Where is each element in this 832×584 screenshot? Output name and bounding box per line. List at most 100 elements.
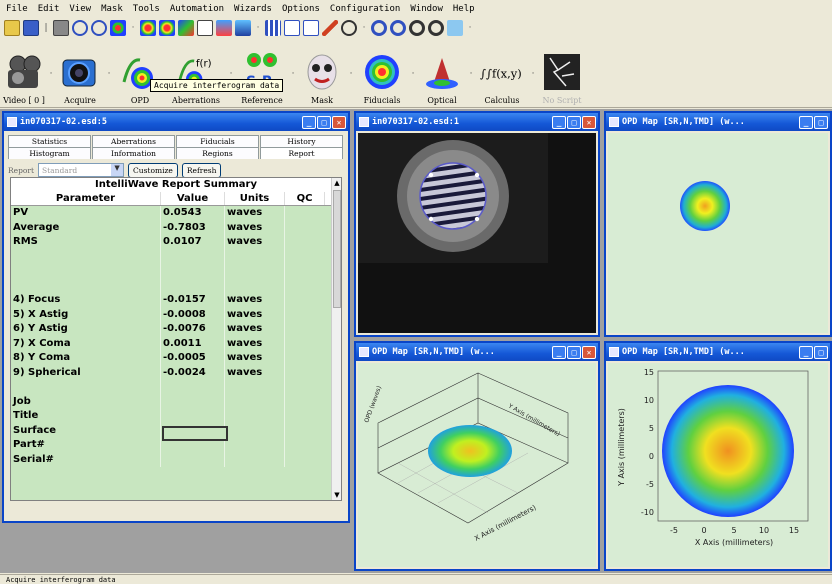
menu-help[interactable]: Help [453, 4, 475, 14]
table-cell[interactable] [225, 380, 285, 395]
table-cell[interactable] [285, 322, 325, 337]
menu-file[interactable]: File [6, 4, 28, 14]
save-icon[interactable] [23, 20, 39, 36]
table-cell[interactable] [225, 452, 285, 467]
table-cell[interactable] [285, 264, 325, 279]
table-row[interactable] [11, 264, 341, 279]
menu-configuration[interactable]: Configuration [330, 4, 400, 14]
table-cell[interactable]: -0.0157 [161, 293, 225, 308]
tab-fiducials[interactable]: Fiducials [176, 135, 259, 147]
table-cell[interactable] [161, 394, 225, 409]
maximize-icon[interactable]: □ [567, 115, 581, 129]
table-cell[interactable] [11, 264, 161, 279]
color-map-icon[interactable] [140, 20, 156, 36]
table-cell[interactable] [285, 380, 325, 395]
table-cell[interactable]: 0.0543 [161, 206, 225, 221]
grid-icon[interactable] [265, 20, 281, 36]
table-row[interactable]: Job [11, 394, 341, 410]
table-cell[interactable] [161, 264, 225, 279]
close-icon[interactable]: ✕ [582, 345, 596, 359]
menu-tools[interactable]: Tools [133, 4, 160, 14]
table-cell[interactable] [285, 366, 325, 381]
table-row[interactable] [11, 380, 341, 395]
fringe-icon[interactable] [341, 20, 357, 36]
target-icon[interactable] [110, 20, 126, 36]
pencil-icon[interactable] [322, 20, 338, 36]
scroll-up-icon[interactable]: ▲ [332, 178, 341, 188]
table-cell[interactable]: 5) X Astig [11, 307, 161, 322]
fringe5-icon[interactable] [428, 20, 444, 36]
table-cell[interactable]: Job [11, 394, 161, 409]
table-cell[interactable] [285, 337, 325, 352]
minimize-icon[interactable]: _ [799, 345, 813, 359]
table-cell[interactable] [285, 424, 325, 439]
video-button[interactable]: Video [ 0 ] [2, 43, 46, 107]
tab-aberrations[interactable]: Aberrations [92, 135, 175, 147]
table-cell[interactable]: waves [225, 307, 285, 322]
table-row[interactable]: 9) Spherical -0.0024 waves [11, 365, 341, 381]
table-row[interactable]: 7) X Coma 0.0011 waves [11, 336, 341, 352]
table-cell[interactable]: 0.0011 [161, 336, 225, 351]
3d-view2-icon[interactable] [235, 20, 251, 36]
table-cell[interactable] [285, 250, 325, 265]
table-cell[interactable]: waves [225, 235, 285, 250]
video-dropdown-icon[interactable]: · [46, 69, 56, 79]
table-cell[interactable] [11, 249, 161, 264]
profile-icon[interactable] [197, 20, 213, 36]
table-row[interactable]: Title [11, 409, 341, 424]
minimize-icon[interactable]: _ [799, 115, 813, 129]
document2-icon[interactable] [303, 20, 319, 36]
document-icon[interactable] [284, 20, 300, 36]
table-row[interactable]: 4) Focus -0.0157 waves [11, 293, 341, 308]
reference-button[interactable]: S-R Reference [236, 43, 288, 107]
table-row[interactable]: 5) X Astig -0.0008 waves [11, 307, 341, 323]
aberrations-dropdown-icon[interactable]: · [226, 69, 236, 79]
calculus-dropdown-icon[interactable]: · [528, 69, 538, 79]
table-cell[interactable] [285, 308, 325, 323]
fringe3-icon[interactable] [390, 20, 406, 36]
menu-view[interactable]: View [69, 4, 91, 14]
table-cell[interactable] [161, 452, 225, 467]
report-select[interactable]: Standard ▼ [38, 163, 125, 177]
table-cell[interactable] [285, 395, 325, 410]
table-cell[interactable]: waves [225, 351, 285, 366]
acquire-dropdown-icon[interactable]: · [104, 69, 114, 79]
scroll-thumb[interactable] [333, 190, 341, 308]
minimize-icon[interactable]: _ [552, 345, 566, 359]
table-cell[interactable]: Surface [11, 423, 161, 438]
table-cell[interactable] [285, 206, 325, 221]
minimize-icon[interactable]: _ [552, 115, 566, 129]
tab-information[interactable]: Information [92, 147, 175, 159]
table-cell[interactable] [161, 278, 225, 293]
zoom-in-icon[interactable] [72, 20, 88, 36]
table-cell[interactable] [285, 351, 325, 366]
mask-button[interactable]: Mask [298, 43, 346, 107]
table-cell[interactable] [11, 380, 161, 395]
optical-button[interactable]: Optical [418, 43, 466, 107]
reference-dropdown-icon[interactable]: · [288, 69, 298, 79]
maximize-icon[interactable]: □ [317, 115, 331, 129]
table-cell[interactable] [161, 380, 225, 395]
table-cell[interactable]: 7) X Coma [11, 336, 161, 351]
mask-dropdown-icon[interactable]: · [346, 69, 356, 79]
table-row[interactable]: 8) Y Coma -0.0005 waves [11, 351, 341, 366]
table-cell[interactable]: Part# [11, 438, 161, 453]
maximize-icon[interactable]: □ [814, 345, 828, 359]
menu-mask[interactable]: Mask [101, 4, 123, 14]
menu-edit[interactable]: Edit [38, 4, 60, 14]
refresh-button[interactable]: Refresh [181, 162, 222, 178]
column-header[interactable]: QC [285, 192, 325, 205]
table-cell[interactable]: -0.0005 [161, 351, 225, 366]
menu-wizards[interactable]: Wizards [234, 4, 272, 14]
report-titlebar[interactable]: in070317-02.esd:5 _ □ ✕ [4, 113, 348, 131]
table-cell[interactable] [285, 221, 325, 236]
table-cell[interactable]: Title [11, 409, 161, 424]
fiducials-dropdown-icon[interactable]: · [408, 69, 418, 79]
fiducials-button[interactable]: Fiducials [356, 43, 408, 107]
table-cell[interactable] [285, 293, 325, 308]
table-cell[interactable]: -0.0076 [161, 322, 225, 337]
noscript-button[interactable]: No Script [538, 43, 586, 107]
acquire-button[interactable]: Acquire [56, 43, 104, 107]
table-cell[interactable]: waves [225, 336, 285, 351]
tab-history[interactable]: History [260, 135, 343, 147]
